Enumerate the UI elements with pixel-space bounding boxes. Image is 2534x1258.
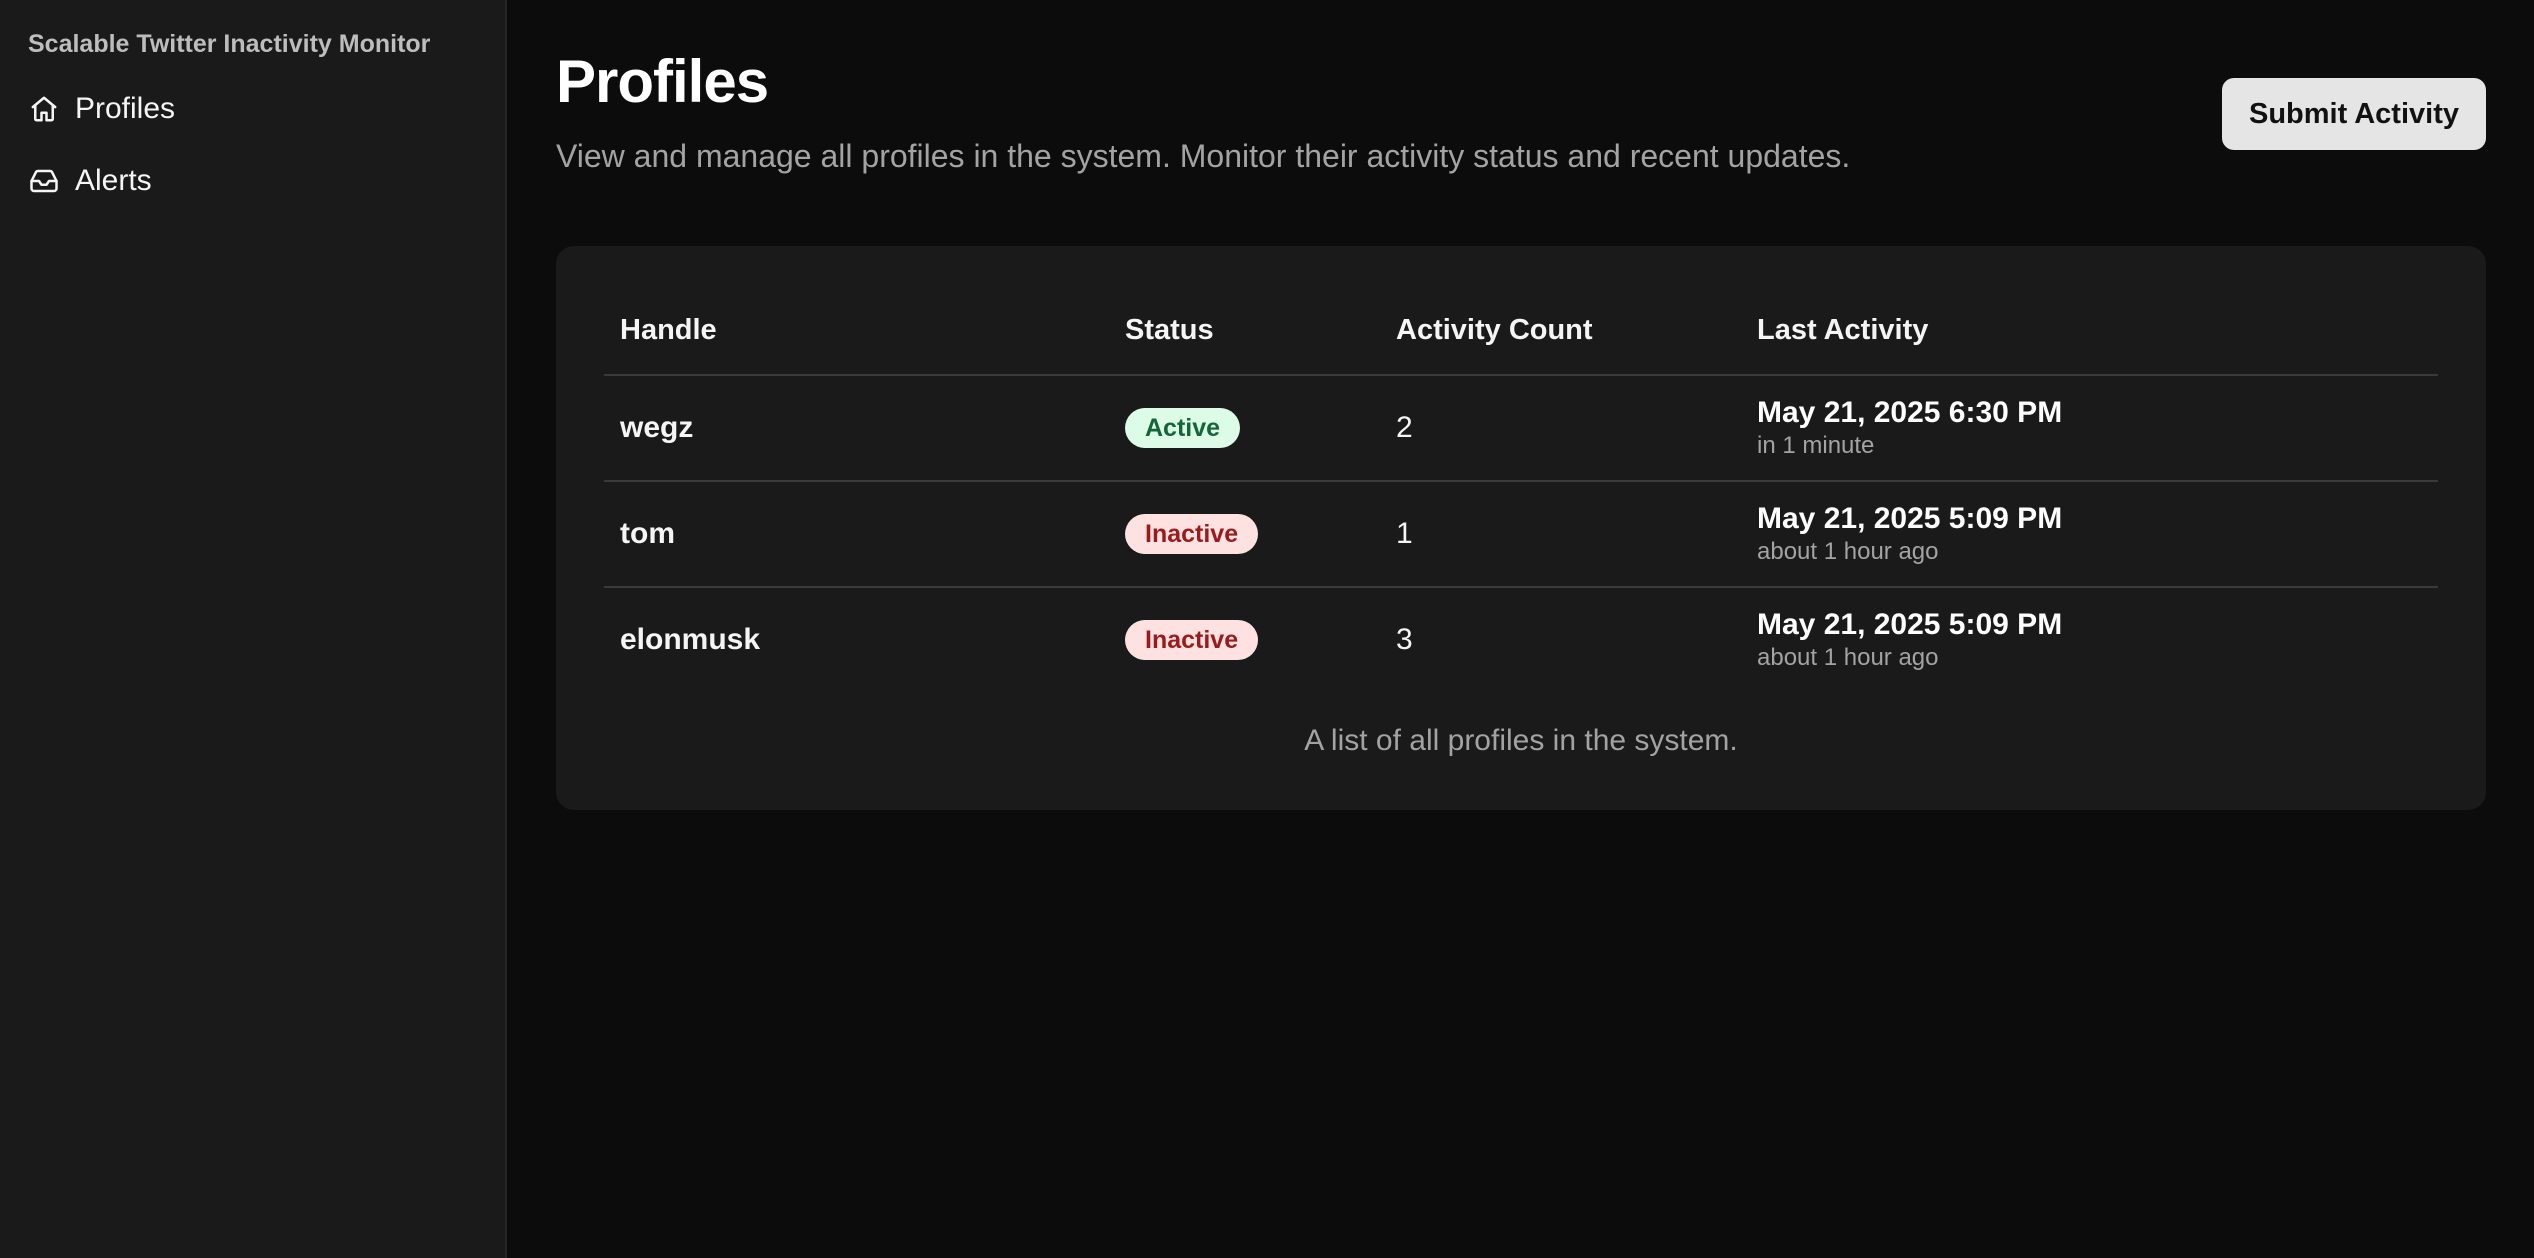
table-row[interactable]: wegz Active 2 May 21, 2025 6:30 PM in 1 …	[604, 375, 2438, 481]
last-activity-date: May 21, 2025 5:09 PM	[1757, 502, 2063, 535]
submit-activity-button[interactable]: Submit Activity	[2222, 78, 2486, 150]
table-header-row: Handle Status Activity Count Last Activi…	[604, 286, 2438, 376]
profile-handle: tom	[604, 480, 1109, 587]
column-header-activity-count[interactable]: Activity Count	[1380, 286, 1741, 376]
home-icon	[28, 93, 60, 125]
table-row[interactable]: tom Inactive 1 May 21, 2025 5:09 PM abou…	[604, 480, 2438, 587]
last-activity-cell: May 21, 2025 5:09 PM about 1 hour ago	[1741, 586, 2438, 692]
status-cell: Active	[1109, 375, 1380, 481]
inbox-icon	[28, 165, 60, 197]
last-activity-relative: about 1 hour ago	[1757, 538, 1939, 565]
column-header-last-activity[interactable]: Last Activity	[1741, 286, 2438, 376]
status-badge: Active	[1125, 408, 1241, 448]
sidebar: Scalable Twitter Inactivity Monitor Prof…	[0, 0, 507, 1258]
activity-count: 2	[1396, 411, 1413, 444]
last-activity-cell: May 21, 2025 6:30 PM in 1 minute	[1741, 375, 2438, 481]
status-cell: Inactive	[1109, 480, 1380, 587]
status-badge: Inactive	[1125, 514, 1259, 554]
app-root: Scalable Twitter Inactivity Monitor Prof…	[0, 0, 2534, 1258]
sidebar-item-label: Alerts	[75, 164, 152, 197]
column-header-status[interactable]: Status	[1109, 286, 1380, 376]
app-title: Scalable Twitter Inactivity Monitor	[28, 30, 431, 58]
table-caption: A list of all profiles in the system.	[1304, 724, 1738, 757]
profile-handle: wegz	[620, 411, 694, 444]
profile-handle: elonmusk	[604, 586, 1109, 692]
profiles-card: Handle Status Activity Count Last Activi…	[556, 246, 2486, 810]
sidebar-item-label: Profiles	[75, 92, 176, 125]
status-badge: Inactive	[1125, 620, 1259, 660]
activity-count: 3	[1380, 586, 1741, 692]
profiles-table: Handle Status Activity Count Last Activi…	[604, 286, 2438, 692]
table-row[interactable]: elonmusk Inactive 3 May 21, 2025 5:09 PM…	[604, 586, 2438, 692]
activity-count: 1	[1380, 480, 1741, 587]
sidebar-item-alerts[interactable]: Alerts	[14, 152, 484, 210]
page-subtitle: View and manage all profiles in the syst…	[556, 138, 1851, 174]
last-activity-relative: in 1 minute	[1757, 432, 1875, 459]
last-activity-date: May 21, 2025 5:09 PM	[1757, 608, 2063, 641]
page-title: Profiles	[556, 48, 769, 115]
column-header-handle[interactable]: Handle	[604, 286, 1109, 376]
last-activity-date: May 21, 2025 6:30 PM	[1757, 396, 2063, 429]
last-activity-cell: May 21, 2025 5:09 PM about 1 hour ago	[1741, 480, 2438, 587]
sidebar-item-profiles[interactable]: Profiles	[14, 80, 484, 138]
status-cell: Inactive	[1109, 586, 1380, 692]
last-activity-relative: about 1 hour ago	[1757, 644, 1939, 671]
